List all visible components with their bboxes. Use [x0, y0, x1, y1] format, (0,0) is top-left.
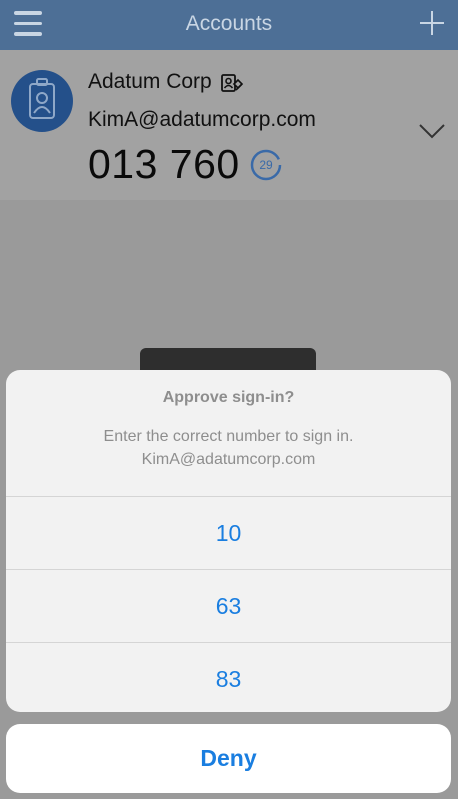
account-name: Adatum Corp — [88, 70, 212, 93]
page-title: Accounts — [185, 12, 273, 35]
account-item[interactable]: Adatum Corp KimA@adatumcorp.com 013 760 … — [0, 50, 458, 200]
number-option-10[interactable]: 10 — [6, 497, 451, 570]
deny-button[interactable]: Deny — [6, 724, 451, 793]
countdown-seconds: 29 — [259, 158, 273, 172]
chevron-down-icon[interactable] — [418, 122, 446, 140]
sheet-header: Approve sign-in? Enter the correct numbe… — [6, 370, 451, 497]
plus-icon[interactable] — [419, 10, 445, 36]
number-option-83[interactable]: 83 — [6, 643, 451, 712]
dialog-message: Enter the correct number to sign in. Kim… — [6, 425, 451, 471]
dialog-message-line1: Enter the correct number to sign in. — [103, 428, 354, 445]
id-badge-icon — [29, 78, 55, 119]
dialog-message-email: KimA@adatumcorp.com — [141, 451, 316, 468]
approve-sign-in-sheet: Approve sign-in? Enter the correct numbe… — [6, 370, 451, 712]
managed-account-icon — [221, 74, 244, 92]
avatar — [11, 70, 73, 132]
verification-code: 013 760 — [88, 141, 240, 187]
nav-bar: Accounts — [0, 0, 458, 50]
number-option-63[interactable]: 63 — [6, 570, 451, 643]
account-email: KimA@adatumcorp.com — [88, 108, 316, 131]
dialog-title: Approve sign-in? — [162, 389, 295, 406]
